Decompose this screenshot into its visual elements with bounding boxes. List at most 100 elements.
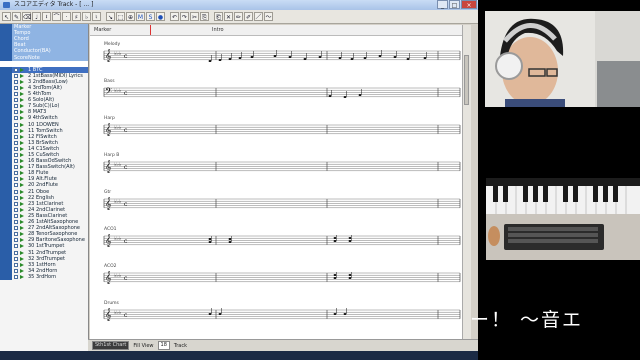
play-icon[interactable] — [20, 104, 24, 109]
note-head[interactable] — [208, 241, 212, 243]
close-button[interactable]: × — [461, 0, 477, 9]
track-checkbox[interactable] — [14, 226, 18, 231]
note-head[interactable] — [208, 238, 212, 240]
note-head[interactable] — [338, 57, 342, 59]
track-checkbox[interactable] — [14, 73, 18, 78]
note-head[interactable] — [363, 57, 367, 59]
staff[interactable]: Melody 𝄞 ♭♭♭ c — [103, 41, 461, 62]
staff[interactable]: Drums 𝄞 ♭♭♭ c — [103, 300, 461, 321]
record-icon[interactable]: ● — [156, 12, 165, 21]
note-head[interactable] — [358, 94, 362, 96]
note-head[interactable] — [348, 274, 352, 276]
play-icon[interactable] — [20, 140, 24, 145]
play-icon[interactable] — [20, 92, 24, 97]
cut-icon[interactable]: ✂ — [190, 12, 199, 21]
track-checkbox[interactable] — [14, 67, 18, 72]
note-head[interactable] — [228, 58, 232, 60]
track-checkbox[interactable] — [14, 256, 18, 261]
track-checkbox[interactable] — [14, 122, 18, 127]
sharp-icon[interactable]: ♯ — [72, 12, 81, 21]
play-icon[interactable] — [20, 232, 24, 237]
play-icon[interactable] — [20, 177, 24, 182]
vertical-scrollbar[interactable] — [462, 25, 471, 339]
pointer-icon[interactable]: ↖ — [2, 12, 11, 21]
zoom-field[interactable]: 18 — [157, 341, 170, 350]
track-checkbox[interactable] — [14, 250, 18, 255]
play-icon[interactable] — [20, 73, 24, 78]
track-checkbox[interactable] — [14, 220, 18, 225]
track-checkbox[interactable] — [14, 159, 18, 164]
note-head[interactable] — [343, 313, 347, 315]
play-icon[interactable] — [20, 183, 24, 188]
track-checkbox[interactable] — [14, 104, 18, 109]
line-icon[interactable]: ／ — [254, 12, 263, 21]
playhead[interactable] — [150, 25, 151, 35]
track-checkbox[interactable] — [14, 201, 18, 206]
staff[interactable]: Harp 𝄞 ♭♭♭ c — [103, 115, 461, 136]
track-checkbox[interactable] — [14, 110, 18, 115]
track-checkbox[interactable] — [14, 189, 18, 194]
track-checkbox[interactable] — [14, 274, 18, 279]
zoom-icon[interactable]: ⊕ — [126, 12, 135, 21]
note-head[interactable] — [343, 96, 347, 98]
mute-icon[interactable]: M — [136, 12, 145, 21]
track-checkbox[interactable] — [14, 140, 18, 145]
play-icon[interactable] — [20, 195, 24, 200]
track-checkbox[interactable] — [14, 98, 18, 103]
note-head[interactable] — [208, 313, 212, 315]
track-checkbox[interactable] — [14, 195, 18, 200]
track-checkbox[interactable] — [14, 232, 18, 237]
play-icon[interactable] — [20, 274, 24, 279]
play-icon[interactable] — [20, 268, 24, 273]
track-checkbox[interactable] — [14, 116, 18, 121]
play-icon[interactable] — [20, 238, 24, 243]
play-icon[interactable] — [20, 201, 24, 206]
note-icon[interactable]: ♩ — [32, 12, 41, 21]
note-head[interactable] — [393, 56, 397, 58]
note-head[interactable] — [423, 57, 427, 59]
dot-icon[interactable]: · — [62, 12, 71, 21]
play-icon[interactable] — [20, 226, 24, 231]
play-icon[interactable] — [20, 122, 24, 127]
staff[interactable]: Bass 𝄢 ♭♭♭ c — [103, 78, 461, 99]
note-head[interactable] — [348, 277, 352, 279]
track-checkbox[interactable] — [14, 262, 18, 267]
note-head[interactable] — [228, 238, 232, 240]
play-icon[interactable] — [20, 85, 24, 90]
play-icon[interactable] — [20, 171, 24, 176]
pen-icon[interactable]: ✏ — [234, 12, 243, 21]
note-head[interactable] — [348, 237, 352, 239]
note-head[interactable] — [406, 58, 410, 60]
note-head[interactable] — [333, 274, 337, 276]
note-head[interactable] — [348, 240, 352, 242]
minimize-button[interactable]: _ — [437, 0, 448, 9]
staff[interactable]: Harp B 𝄞 ♭♭♭ c — [103, 152, 461, 173]
play-icon[interactable] — [20, 250, 24, 255]
note-head[interactable] — [350, 58, 354, 60]
delete-icon[interactable]: ✕ — [224, 12, 233, 21]
track-row[interactable]: 35 3rdHorn — [0, 273, 88, 280]
maximize-button[interactable]: □ — [449, 0, 460, 9]
note-head[interactable] — [218, 59, 222, 61]
play-icon[interactable] — [20, 128, 24, 133]
note-head[interactable] — [333, 237, 337, 239]
note-head[interactable] — [250, 56, 254, 58]
play-icon[interactable] — [20, 189, 24, 194]
note-head[interactable] — [288, 56, 292, 58]
mode-field[interactable]: Sth1st Chart — [92, 341, 130, 350]
staff[interactable]: Gtr 𝄞 ♭♭♭ c — [103, 189, 461, 210]
track-checkbox[interactable] — [14, 171, 18, 176]
track-checkbox[interactable] — [14, 238, 18, 243]
note-head[interactable] — [208, 60, 212, 62]
track-checkbox[interactable] — [14, 268, 18, 273]
play-icon[interactable] — [20, 262, 24, 267]
track-checkbox[interactable] — [14, 146, 18, 151]
play-icon[interactable] — [20, 207, 24, 212]
track-checkbox[interactable] — [14, 177, 18, 182]
play-icon[interactable] — [20, 244, 24, 249]
note-head[interactable] — [333, 277, 337, 279]
play-icon[interactable] — [20, 256, 24, 261]
track-checkbox[interactable] — [14, 213, 18, 218]
note-head[interactable] — [273, 55, 277, 57]
play-icon[interactable] — [20, 220, 24, 225]
